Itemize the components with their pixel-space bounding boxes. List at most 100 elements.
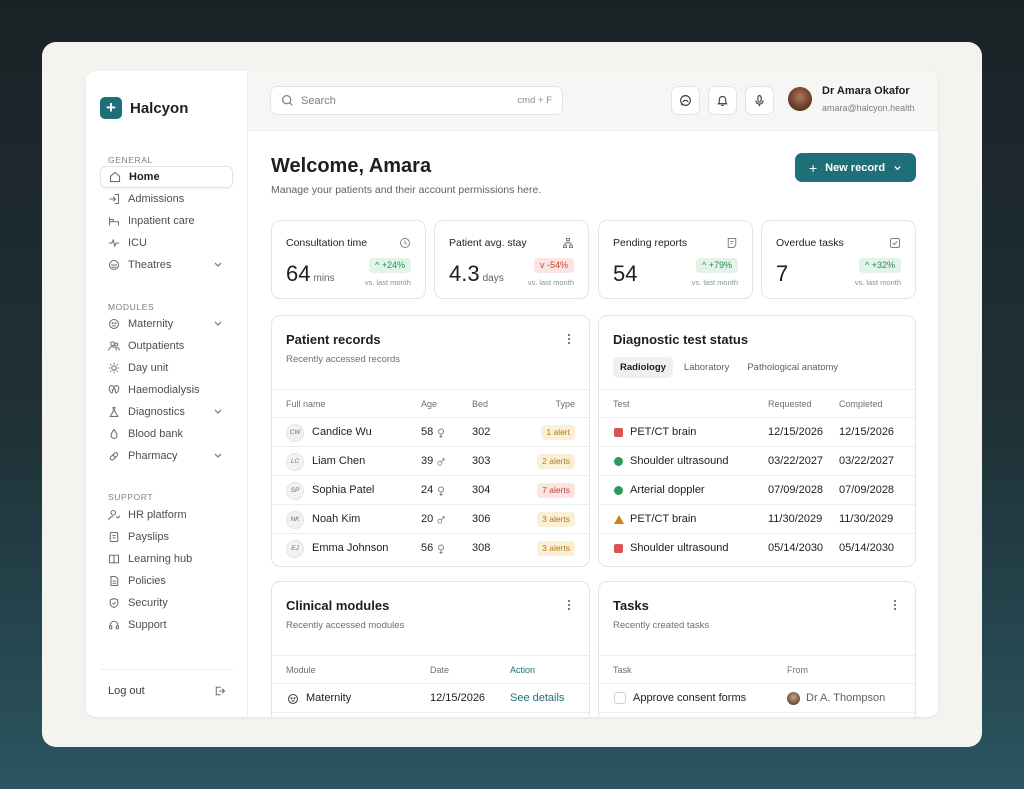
stat-delta: ^ +79% [695, 258, 738, 273]
search-icon [282, 95, 293, 106]
more-vertical-icon[interactable] [893, 598, 897, 611]
column-header[interactable]: Age [421, 399, 437, 409]
more-vertical-icon[interactable] [567, 332, 571, 345]
column-header[interactable]: From [787, 665, 808, 675]
female-icon [437, 486, 445, 497]
sidebar-item-day-unit[interactable]: Day unit [100, 357, 233, 379]
stat-comparison: vs. last month [364, 278, 411, 287]
pulse-icon [108, 237, 120, 249]
sidebar-item-payslips[interactable]: Payslips [100, 526, 233, 548]
chevron-down-icon[interactable] [213, 450, 223, 460]
logout-label: Log out [108, 685, 145, 697]
test-name: PET/CT brain [630, 513, 697, 525]
more-vertical-icon[interactable] [567, 598, 571, 611]
sidebar-item-label: Inpatient care [128, 215, 195, 227]
patient-bed: 306 [472, 513, 491, 525]
chevron-down-icon[interactable] [213, 406, 223, 416]
sidebar-item-inpatient-care[interactable]: Inpatient care [100, 210, 233, 232]
sidebar-item-diagnostics[interactable]: Diagnostics [100, 401, 233, 423]
stat-card-pending-reports[interactable]: Pending reports 54 ^ +79% vs. last month [598, 220, 753, 299]
patient-age: 39 [421, 455, 434, 467]
table-row[interactable]: Shoulder ultrasound 03/22/2027 03/22/202… [599, 447, 915, 476]
patient-age: 58 [421, 426, 434, 438]
logout-button[interactable]: Log out [108, 683, 226, 699]
stat-delta: ^ +24% [368, 258, 411, 273]
headset-icon [108, 619, 120, 631]
logo[interactable]: + Halcyon [100, 97, 188, 119]
column-header[interactable]: Action [510, 665, 535, 675]
table-row[interactable]: Arterial doppler 07/09/2028 07/09/2028 [599, 476, 915, 505]
table-row[interactable]: LC Liam Chen 39 303 2 alerts [272, 447, 589, 476]
sidebar-item-label: Security [128, 597, 168, 609]
table-row[interactable]: Approve consent forms Dr A. Thompson [599, 684, 915, 713]
notifications-button[interactable] [708, 86, 737, 115]
sidebar-item-theatres[interactable]: Theatres [100, 254, 233, 276]
task-checkbox[interactable] [614, 692, 626, 704]
user-menu[interactable]: Dr Amara Okafor amara@halcyon.health [788, 85, 915, 113]
tab-radiology[interactable]: Radiology [613, 357, 673, 378]
page-subtitle: Manage your patients and their account p… [271, 184, 542, 196]
stat-card-overdue-tasks[interactable]: Overdue tasks 7 ^ +32% vs. last month [761, 220, 916, 299]
patient-name: Emma Johnson [312, 542, 389, 554]
table-row[interactable]: Shoulder ultrasound 05/14/2030 05/14/203… [599, 534, 915, 563]
sidebar-item-admissions[interactable]: Admissions [100, 188, 233, 210]
search-box[interactable]: cmd + F [270, 86, 563, 115]
stat-comparison: vs. last month [691, 278, 738, 287]
table-row[interactable]: EJ Emma Johnson 56 308 3 alerts [272, 534, 589, 563]
alert-badge: 3 alerts [537, 512, 575, 527]
column-header[interactable]: Full name [286, 399, 326, 409]
sidebar-item-hr-platform[interactable]: HR platform [100, 504, 233, 526]
column-header[interactable]: Bed [472, 399, 488, 409]
chevron-down-icon[interactable] [213, 259, 223, 269]
sidebar-item-haemodialysis[interactable]: Haemodialysis [100, 379, 233, 401]
column-header[interactable]: Type [555, 399, 575, 409]
chat-icon [680, 95, 691, 106]
table-row[interactable]: NK Noah Kim 20 306 3 alerts [272, 505, 589, 534]
logout-icon [215, 686, 226, 696]
table-row[interactable]: Maternity 12/15/2026 See details [272, 684, 589, 713]
sidebar-item-icu[interactable]: ICU [100, 232, 233, 254]
search-input[interactable] [301, 94, 518, 107]
sidebar-item-label: Haemodialysis [128, 384, 200, 396]
column-header[interactable]: Task [613, 665, 632, 675]
sidebar-item-maternity[interactable]: Maternity [100, 313, 233, 335]
table-row[interactable]: SP Sophia Patel 24 304 7 alerts [272, 476, 589, 505]
column-header[interactable]: Date [430, 665, 449, 675]
see-details-link[interactable]: See details [510, 692, 564, 704]
mask-icon [108, 259, 120, 271]
stat-card-consultation-time[interactable]: Consultation time 64 mins ^ +24% vs. last… [271, 220, 426, 299]
table-row[interactable]: CW Candice Wu 58 302 1 alert [272, 418, 589, 447]
tab-laboratory[interactable]: Laboratory [677, 357, 736, 378]
sidebar-item-support[interactable]: Support [100, 614, 233, 636]
stat-value-group: 54 [613, 261, 640, 287]
voice-button[interactable] [745, 86, 774, 115]
stat-card-patient-avg-stay[interactable]: Patient avg. stay 4.3 days v -54% vs. las… [434, 220, 589, 299]
sidebar-item-learning-hub[interactable]: Learning hub [100, 548, 233, 570]
sidebar-item-home[interactable]: Home [100, 166, 233, 188]
messages-button[interactable] [671, 86, 700, 115]
column-header[interactable]: Module [286, 665, 316, 675]
column-header[interactable]: Completed [839, 399, 883, 409]
patient-bed: 308 [472, 542, 491, 554]
sidebar-item-security[interactable]: Security [100, 592, 233, 614]
card-subtitle: Recently accessed modules [286, 620, 405, 631]
alert-badge: 7 alerts [537, 483, 575, 498]
tab-pathological-anatomy[interactable]: Pathological anatomy [740, 357, 845, 378]
sidebar-item-blood-bank[interactable]: Blood bank [100, 423, 233, 445]
patient-name: Liam Chen [312, 455, 366, 467]
table-row[interactable]: PET/CT brain 11/30/2029 11/30/2029 [599, 505, 915, 534]
task-name: Approve consent forms [633, 692, 747, 704]
task-from: Dr A. Thompson [806, 692, 886, 704]
sidebar-item-label: Maternity [128, 318, 174, 330]
microphone-icon [755, 95, 764, 107]
column-header[interactable]: Requested [768, 399, 812, 409]
patient-age: 24 [421, 484, 434, 496]
diagnostic-status-card: Diagnostic test status Radiology Laborat… [598, 315, 916, 567]
sidebar-item-policies[interactable]: Policies [100, 570, 233, 592]
table-row[interactable]: PET/CT brain 12/15/2026 12/15/2026 [599, 418, 915, 447]
new-record-button[interactable]: + New record [795, 153, 916, 182]
sidebar-item-pharmacy[interactable]: Pharmacy [100, 445, 233, 467]
sidebar-item-outpatients[interactable]: Outpatients [100, 335, 233, 357]
chevron-down-icon[interactable] [213, 318, 223, 328]
column-header[interactable]: Test [613, 399, 630, 409]
